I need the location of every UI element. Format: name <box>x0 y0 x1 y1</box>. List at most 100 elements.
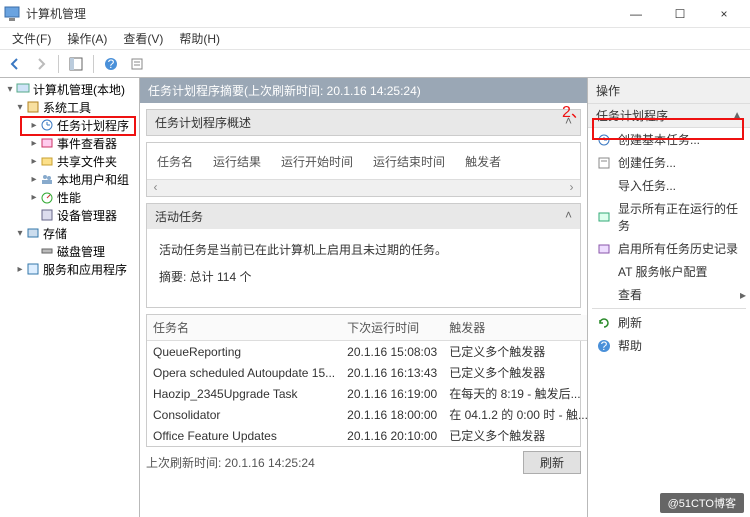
action-at-service[interactable]: AT 服务帐户配置 <box>588 260 750 283</box>
th-next[interactable]: 下次运行时间 <box>341 315 443 341</box>
users-icon <box>40 172 54 186</box>
services-icon <box>26 262 40 276</box>
actions-pane: 操作 任务计划程序 ▲ 创建基本任务... 创建任务... 导入任务... 显示… <box>588 78 750 517</box>
action-create-basic-task[interactable]: 创建基本任务... <box>588 128 750 151</box>
menu-action[interactable]: 操作(A) <box>59 28 115 49</box>
clock-plus-icon <box>596 132 612 148</box>
expand-icon[interactable]: ▸ <box>28 156 40 167</box>
menu-file[interactable]: 文件(F) <box>4 28 59 49</box>
history-icon <box>596 241 612 257</box>
tree-disk-management[interactable]: 磁盘管理 <box>0 242 139 260</box>
folder-icon <box>40 154 54 168</box>
tools-icon <box>26 100 40 114</box>
svg-text:?: ? <box>601 339 608 353</box>
active-tasks-summary: 摘要: 总计 114 个 <box>159 268 568 285</box>
table-row[interactable]: Opera scheduled Autoupdate 15...20.1.16 … <box>147 362 587 383</box>
tree-pane: ▾ 计算机管理(本地) ▾ 系统工具 ▸ 任务计划程序 ▸ 事件查看器 ▸ <box>0 78 140 517</box>
action-enable-history[interactable]: 启用所有任务历史记录 <box>588 237 750 260</box>
minimize-button[interactable]: — <box>614 0 658 28</box>
table-row[interactable]: Consolidator20.1.16 18:00:00在 04.1.2 的 0… <box>147 404 587 425</box>
expand-icon[interactable]: ▾ <box>14 102 26 113</box>
tree-services-apps[interactable]: ▸ 服务和应用程序 <box>0 260 139 278</box>
main-area: ▾ 计算机管理(本地) ▾ 系统工具 ▸ 任务计划程序 ▸ 事件查看器 ▸ <box>0 78 750 517</box>
expand-icon[interactable]: ▾ <box>14 228 26 239</box>
properties-button[interactable] <box>126 53 148 75</box>
expand-icon[interactable]: ▸ <box>28 138 40 149</box>
overview-columns: 任务名 运行结果 运行开始时间 运行结束时间 触发者 ‹› <box>146 142 581 197</box>
chevron-up-icon: ˄ <box>565 208 572 225</box>
annotation-label-2: 2、 <box>562 98 587 122</box>
table-row[interactable]: QueueReporting20.1.16 15:08:03已定义多个触发器\ <box>147 341 587 363</box>
horizontal-scrollbar[interactable]: ‹› <box>147 179 580 196</box>
center-pane: 任务计划程序摘要(上次刷新时间: 20.1.16 14:25:24) 任务计划程… <box>140 78 588 517</box>
forward-button[interactable] <box>30 53 52 75</box>
th-name[interactable]: 任务名 <box>147 315 341 341</box>
chevron-up-icon[interactable]: ▲ <box>732 110 742 121</box>
import-icon <box>596 178 612 194</box>
tree-system-tools[interactable]: ▾ 系统工具 <box>0 98 139 116</box>
toolbar-separator <box>58 55 59 73</box>
tree-performance[interactable]: ▸ 性能 <box>0 188 139 206</box>
center-footer: 上次刷新时间: 20.1.16 14:25:24 刷新 <box>146 451 581 474</box>
device-icon <box>40 208 54 222</box>
storage-icon <box>26 226 40 240</box>
tree-storage[interactable]: ▾ 存储 <box>0 224 139 242</box>
chevron-right-icon: ▸ <box>740 288 746 302</box>
tree-device-manager[interactable]: 设备管理器 <box>0 206 139 224</box>
tree-shared-folders[interactable]: ▸ 共享文件夹 <box>0 152 139 170</box>
col-start: 运行开始时间 <box>281 153 353 170</box>
active-tasks-section: 活动任务 ˄ 活动任务是当前已在此计算机上启用且未过期的任务。 摘要: 总计 1… <box>146 203 581 308</box>
titlebar: 计算机管理 — ☐ × <box>0 0 750 28</box>
window-title: 计算机管理 <box>26 5 614 22</box>
th-trigger[interactable]: 触发器 <box>443 315 587 341</box>
center-header: 任务计划程序摘要(上次刷新时间: 20.1.16 14:25:24) <box>140 78 587 103</box>
tree-event-viewer[interactable]: ▸ 事件查看器 <box>0 134 139 152</box>
action-create-task[interactable]: 创建任务... <box>588 151 750 174</box>
action-help[interactable]: ? 帮助 <box>588 334 750 357</box>
computer-icon <box>16 82 30 96</box>
show-hide-tree-button[interactable] <box>65 53 87 75</box>
collapse-icon <box>28 210 40 221</box>
table-row[interactable]: Office Feature Updates20.1.16 20:10:00已定… <box>147 425 587 446</box>
close-button[interactable]: × <box>702 0 746 28</box>
actions-header: 操作 <box>588 78 750 104</box>
action-view[interactable]: 查看 ▸ <box>588 283 750 306</box>
menu-help[interactable]: 帮助(H) <box>171 28 228 49</box>
collapse-icon <box>28 246 40 257</box>
back-button[interactable] <box>4 53 26 75</box>
maximize-button[interactable]: ☐ <box>658 0 702 28</box>
col-end: 运行结束时间 <box>373 153 445 170</box>
task-table: 任务名 下次运行时间 触发器 位 QueueReporting20.1.16 1… <box>146 314 581 447</box>
watermark: @51CTO博客 <box>660 493 744 513</box>
expand-icon[interactable]: ▸ <box>28 120 40 131</box>
table-row[interactable]: Haozip_2345Upgrade Task20.1.16 16:19:00在… <box>147 383 587 404</box>
active-tasks-header[interactable]: 活动任务 ˄ <box>147 204 580 229</box>
menu-view[interactable]: 查看(V) <box>115 28 171 49</box>
action-refresh[interactable]: 刷新 <box>588 311 750 334</box>
refresh-icon <box>596 315 612 331</box>
action-show-running[interactable]: 显示所有正在运行的任务 <box>588 197 750 237</box>
col-trigger: 触发者 <box>465 153 501 170</box>
tree-task-scheduler[interactable]: ▸ 任务计划程序 <box>0 116 139 134</box>
toolbar-separator <box>93 55 94 73</box>
help-button[interactable]: ? <box>100 53 122 75</box>
running-icon <box>596 209 612 225</box>
svg-text:?: ? <box>108 57 115 71</box>
action-import-task[interactable]: 导入任务... <box>588 174 750 197</box>
tree-root[interactable]: ▾ 计算机管理(本地) <box>0 80 139 98</box>
menubar: 文件(F) 操作(A) 查看(V) 帮助(H) <box>0 28 750 50</box>
app-icon <box>4 6 20 22</box>
expand-icon[interactable]: ▸ <box>14 264 26 275</box>
tree-local-users[interactable]: ▸ 本地用户和组 <box>0 170 139 188</box>
expand-icon[interactable]: ▸ <box>28 192 40 203</box>
task-icon <box>596 155 612 171</box>
actions-subheader: 任务计划程序 ▲ <box>588 104 750 128</box>
perf-icon <box>40 190 54 204</box>
overview-section-title[interactable]: 任务计划程序概述 ˄ <box>146 109 581 136</box>
col-result: 运行结果 <box>213 153 261 170</box>
expand-icon[interactable]: ▸ <box>28 174 40 185</box>
expand-icon[interactable]: ▾ <box>4 84 16 95</box>
clock-icon <box>40 118 54 132</box>
refresh-button[interactable]: 刷新 <box>523 451 581 474</box>
view-icon <box>596 287 612 303</box>
